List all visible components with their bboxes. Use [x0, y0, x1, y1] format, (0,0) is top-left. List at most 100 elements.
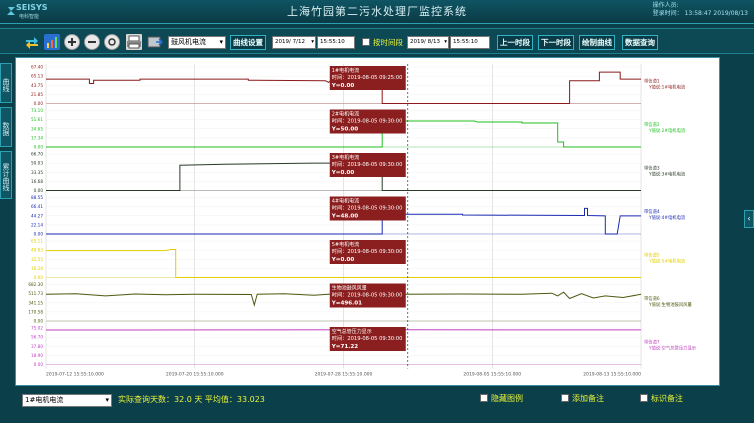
y-tick-label: 16.68: [31, 179, 43, 184]
chevron-down-icon: ▾: [444, 39, 447, 45]
y-tick-label: 56.70: [31, 335, 43, 340]
chevron-down-icon: ▾: [219, 38, 223, 46]
start-time-value: 15:55:10: [320, 39, 345, 45]
hide-legend-label: 隐藏图例: [491, 394, 523, 403]
tab-cumulative-curve[interactable]: 累计曲线: [0, 151, 12, 199]
chart-area[interactable]: 2019-07-12 15:55:10.000 2019-07-20 15:55:…: [15, 57, 720, 386]
tab-data[interactable]: 数据: [0, 107, 12, 147]
export-icon[interactable]: [147, 34, 164, 50]
tooltip-title: 3#电机电流: [332, 154, 359, 161]
legend-entry: Y值说:3#电机电流: [648, 170, 686, 177]
chart-view-icon[interactable]: [44, 34, 60, 50]
y-tick-label: 44.27: [31, 213, 43, 218]
signal-select[interactable]: 鼓风机电流 ▾: [168, 36, 226, 49]
print-icon[interactable]: [126, 34, 142, 50]
tooltip-time: 时间：2019-08-05 09:25:00: [332, 73, 403, 81]
start-time-input[interactable]: 15:55:10: [317, 36, 355, 49]
curve-settings-button[interactable]: 曲线设置: [230, 35, 266, 50]
tooltip-value: Y=71.22: [331, 344, 359, 350]
data-query-button[interactable]: 数据查询: [622, 35, 658, 50]
y-tick-label: 48.83: [31, 248, 43, 253]
legend-entry: Y值说:4#电机电流: [648, 214, 686, 221]
y-tick-label: 88.55: [31, 195, 43, 200]
zoom-in-icon[interactable]: [64, 34, 80, 50]
side-tabs: 曲线 数据 累计曲线: [0, 63, 12, 203]
end-time-value: 15:55:10: [453, 39, 478, 45]
app-title: 上海竹园第二污水处理厂监控系统: [287, 5, 467, 18]
add-note-label: 添加备注: [572, 394, 604, 403]
y-tick-label: 73.10: [31, 108, 43, 113]
tooltip-title: 4#电机电流: [332, 198, 359, 205]
trend-chart[interactable]: 2019-07-12 15:55:10.000 2019-07-20 15:55:…: [16, 58, 719, 385]
y-tick-label: 0.00: [34, 101, 44, 106]
tooltip-title: 5#电机电流: [332, 241, 359, 248]
tooltip-value: Y=48.00: [331, 214, 359, 220]
collapse-arrow-icon[interactable]: ‹: [744, 210, 754, 228]
x-tick-label: 2019-07-12 15:55:10.000: [46, 372, 104, 378]
tooltip-time: 时间：2019-08-05 09:30:00: [332, 334, 403, 342]
hide-legend-checkbox[interactable]: [480, 393, 488, 402]
legend-entry: Y值说:生物池鼓风风量: [648, 301, 692, 308]
query-summary: 实际查询天数：32.0 天 平均值：33.023: [118, 395, 265, 404]
y-tick-label: 75.02: [31, 326, 43, 331]
y-tick-label: 34.65: [31, 126, 43, 131]
prev-period-button[interactable]: 上一时段: [497, 35, 533, 50]
login-time: 登录时间： 13:58:47 2019/08/13: [652, 10, 748, 17]
chevron-down-icon: ▾: [311, 39, 314, 45]
legend-entry: 带信道6: [644, 295, 660, 302]
mark-note-label: 标识备注: [651, 394, 683, 403]
tooltip-value: Y=0.00: [331, 257, 355, 263]
y-tick-label: 21.85: [31, 92, 43, 97]
x-tick-label: 2019-08-13 15:55:10.000: [583, 372, 641, 378]
y-tick-label: 0.00: [34, 188, 44, 193]
legend-entry: 带信道5: [644, 251, 660, 258]
y-tick-label: 0.00: [34, 232, 44, 237]
y-tick-label: 67.40: [31, 65, 43, 70]
add-note-option[interactable]: 添加备注: [561, 393, 604, 404]
end-time-input[interactable]: 15:55:10: [450, 36, 490, 49]
y-tick-label: 341.15: [28, 300, 43, 305]
y-tick-label: 0.00: [34, 275, 44, 280]
tooltip-value: Y=0.00: [331, 83, 355, 89]
start-date-value: 2019/ 7/12: [275, 39, 305, 45]
hide-legend-option[interactable]: 隐藏图例: [480, 393, 523, 404]
mark-note-checkbox[interactable]: [640, 393, 648, 402]
draw-curve-button[interactable]: 绘制曲线: [579, 35, 615, 50]
reset-zoom-icon[interactable]: [104, 34, 120, 50]
refresh-icon[interactable]: [24, 34, 40, 50]
y-tick-label: 65.13: [31, 74, 43, 79]
y-tick-label: 0.00: [34, 362, 44, 367]
add-note-checkbox[interactable]: [561, 393, 569, 402]
y-tick-label: 43.75: [31, 83, 43, 88]
bottom-bar: 1#电机电流 ▾ 实际查询天数：32.0 天 平均值：33.023 隐藏图例 添…: [0, 389, 754, 423]
toolbar: 鼓风机电流 ▾ 曲线设置 2019/ 7/12 ▾ 15:55:10 按时间段 2…: [0, 28, 754, 54]
user-info: 操作人员: 登录时间： 13:58:47 2019/08/13: [653, 2, 748, 18]
y-tick-label: 682.30: [28, 282, 43, 287]
tooltip-time: 时间：2019-08-05 09:30:00: [332, 160, 403, 168]
end-date-input[interactable]: 2019/ 8/13 ▾: [407, 36, 449, 49]
tooltip-title: 1#电机电流: [332, 67, 359, 74]
next-period-button[interactable]: 下一时段: [538, 35, 574, 50]
y-tick-label: 22.14: [31, 222, 43, 227]
segment-label: 按时间段: [373, 38, 403, 47]
segment-checkbox[interactable]: [362, 38, 370, 46]
y-tick-label: 0.00: [34, 319, 44, 324]
tooltip-time: 时间：2019-08-05 09:30:00: [332, 204, 403, 212]
y-tick-label: 50.03: [31, 161, 43, 166]
tooltip-time: 时间：2019-08-05 09:30:00: [332, 247, 403, 255]
user-label: 操作人员:: [652, 2, 679, 9]
start-date-input[interactable]: 2019/ 7/12 ▾: [272, 36, 316, 49]
legend-entry: 带信道3: [644, 164, 660, 171]
mark-note-option[interactable]: 标识备注: [640, 393, 683, 404]
legend-entry: Y值说:空气总管压力显示: [648, 344, 697, 351]
x-tick-label: 2019-07-28 15:55:10.000: [315, 372, 373, 378]
y-tick-label: 16.28: [31, 266, 43, 271]
zoom-out-icon[interactable]: [84, 34, 100, 50]
tab-curve[interactable]: 曲线: [0, 63, 12, 103]
tooltip-title: 空气总管压力显示: [332, 328, 372, 335]
legend-entry: 带信道1: [644, 77, 660, 84]
bottom-signal-select[interactable]: 1#电机电流 ▾: [22, 394, 112, 407]
tooltip-value: Y=0.00: [331, 170, 355, 176]
signal-select-value: 鼓风机电流: [171, 38, 206, 46]
y-tick-label: 170.58: [28, 309, 43, 314]
